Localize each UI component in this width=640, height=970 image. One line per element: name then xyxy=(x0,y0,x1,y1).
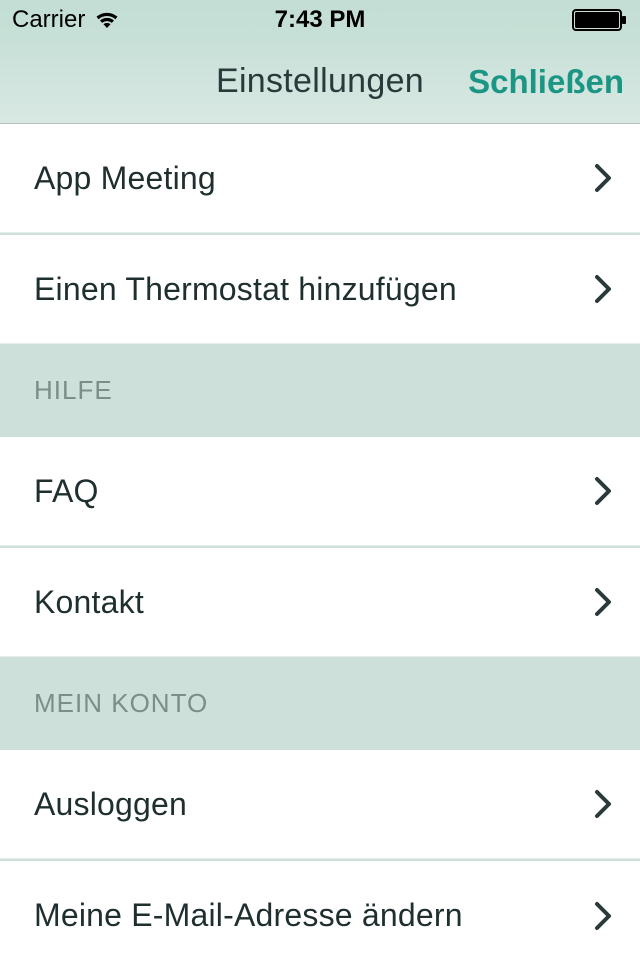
chevron-right-icon xyxy=(594,901,612,931)
section-header-account: MEIN KONTO xyxy=(0,657,640,750)
status-bar: Carrier 7:43 PM xyxy=(0,0,640,40)
list-item-label: Ausloggen xyxy=(34,786,187,823)
list-item-faq[interactable]: FAQ xyxy=(0,437,640,546)
close-button[interactable]: Schließen xyxy=(468,63,624,101)
chevron-right-icon xyxy=(594,274,612,304)
list-item-app-meeting[interactable]: App Meeting xyxy=(0,124,640,233)
settings-list: App Meeting Einen Thermostat hinzufügen … xyxy=(0,124,640,970)
list-item-logout[interactable]: Ausloggen xyxy=(0,750,640,859)
page-title: Einstellungen xyxy=(216,62,424,101)
list-item-label: Einen Thermostat hinzufügen xyxy=(34,271,457,308)
chevron-right-icon xyxy=(594,163,612,193)
status-time: 7:43 PM xyxy=(275,6,366,34)
list-item-change-email[interactable]: Meine E-Mail-Adresse ändern xyxy=(0,861,640,970)
status-right xyxy=(572,9,628,31)
list-item-contact[interactable]: Kontakt xyxy=(0,548,640,657)
list-item-label: App Meeting xyxy=(34,160,216,197)
wifi-icon xyxy=(93,10,121,30)
status-left: Carrier xyxy=(12,6,121,34)
list-item-label: Meine E-Mail-Adresse ändern xyxy=(34,897,463,934)
section-header-help: HILFE xyxy=(0,344,640,437)
chevron-right-icon xyxy=(594,476,612,506)
list-item-add-thermostat[interactable]: Einen Thermostat hinzufügen xyxy=(0,235,640,344)
carrier-label: Carrier xyxy=(12,6,85,34)
battery-icon xyxy=(572,9,628,31)
chevron-right-icon xyxy=(594,789,612,819)
list-item-label: Kontakt xyxy=(34,584,144,621)
list-item-label: FAQ xyxy=(34,473,99,510)
nav-bar: Einstellungen Schließen xyxy=(0,40,640,124)
chevron-right-icon xyxy=(594,587,612,617)
